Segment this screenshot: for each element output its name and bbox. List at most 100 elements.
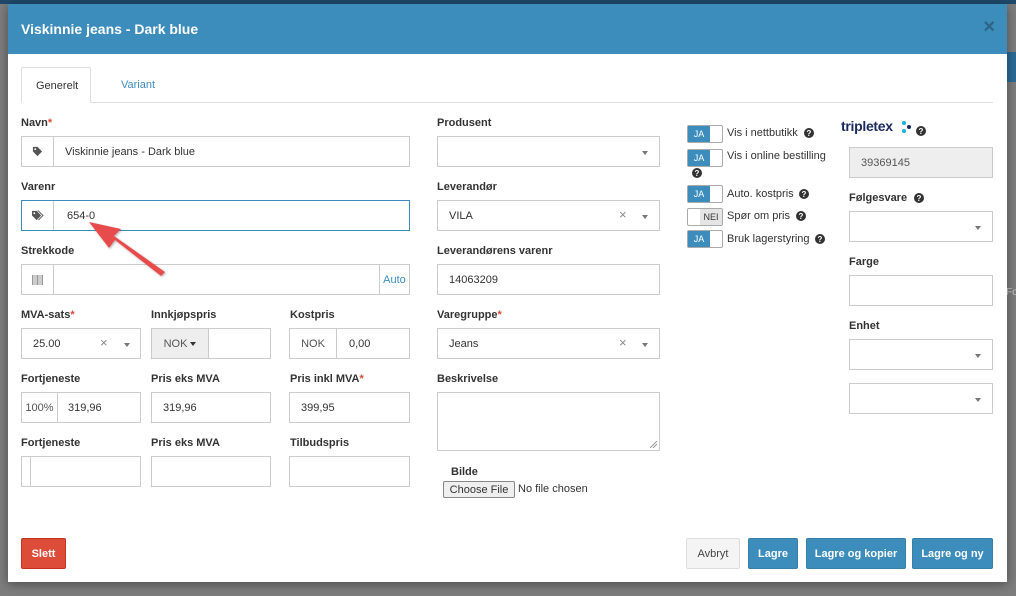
spor-om-pris-label: Spør om pris [727, 210, 790, 222]
file-status: No file chosen [518, 483, 588, 495]
clear-icon[interactable]: × [619, 207, 627, 222]
pris-eks-mva-field[interactable]: 319,96 [151, 392, 271, 423]
enhet-select[interactable] [849, 339, 993, 370]
currency-label: NOK [163, 337, 188, 350]
chevron-down-icon [642, 215, 648, 219]
chevron-down-icon [642, 151, 648, 155]
toggle-state: NEI [700, 209, 722, 225]
strekkode-label: Strekkode [21, 245, 75, 257]
navn-label: Navn* [21, 117, 53, 129]
varegruppe-label: Varegruppe* [437, 309, 502, 321]
toggle-state: JA [688, 150, 710, 166]
enhet-label: Enhet [849, 320, 880, 332]
tab-generelt[interactable]: Generelt [21, 67, 91, 103]
fortjeneste-label-2: Fortjeneste [21, 437, 81, 449]
kostpris-field[interactable]: NOK 0,00 [289, 328, 410, 359]
tilbudspris-label: Tilbudspris [290, 437, 350, 449]
slett-button[interactable]: Slett [21, 538, 66, 569]
lagre-og-ny-button[interactable]: Lagre og ny [912, 538, 993, 569]
currency-addon: NOK [290, 329, 337, 358]
help-icon[interactable]: ? [692, 168, 702, 178]
varegruppe-select[interactable]: Jeans × [437, 328, 660, 359]
chevron-down-icon [975, 398, 981, 402]
innkjopspris-field[interactable]: NOK [151, 328, 271, 359]
fortjeneste-field-2[interactable] [21, 456, 141, 487]
help-icon[interactable]: ? [804, 128, 814, 138]
currency-dropdown[interactable]: NOK [152, 329, 209, 358]
tag-icon [22, 137, 54, 166]
mva-sats-value: 25.00 [33, 338, 61, 350]
toggle-vis-i-online-bestilling[interactable]: JA [687, 149, 723, 167]
farge-field[interactable] [849, 275, 993, 306]
beskrivelse-label: Beskrivelse [437, 373, 499, 385]
logo-dot [907, 125, 911, 129]
fortjeneste-label: Fortjeneste [21, 373, 81, 385]
toggle-vis-i-nettbutikk[interactable]: JA [687, 125, 723, 143]
pris-eks-mva-value: 319,96 [163, 402, 197, 414]
toggle-auto-kostpris[interactable]: JA [687, 185, 723, 203]
extra-select[interactable] [849, 383, 993, 414]
fortjeneste-field[interactable]: 100% 319,96 [21, 392, 141, 423]
help-icon[interactable]: ? [796, 211, 806, 221]
leverandor-select[interactable]: VILA × [437, 200, 660, 231]
pris-eks-mva-label: Pris eks MVA [151, 373, 220, 385]
help-icon[interactable]: ? [799, 189, 809, 199]
tilbudspris-field[interactable] [289, 456, 410, 487]
modal-header: Viskinnie jeans - Dark blue × [8, 4, 1007, 54]
avbryt-button[interactable]: Avbryt [686, 538, 740, 569]
pris-eks-mva-field-2[interactable] [151, 456, 271, 487]
chevron-down-icon [190, 341, 197, 346]
toggle-state: JA [688, 231, 710, 247]
kostpris-value: 0,00 [349, 338, 371, 350]
vis-i-nettbutikk-label: Vis i nettbutikk [727, 127, 798, 139]
pris-inkl-mva-field[interactable]: 399,95 [289, 392, 410, 423]
close-icon[interactable]: × [983, 16, 995, 39]
auto-kostpris-label: Auto. kostpris [727, 188, 794, 200]
farge-label: Farge [849, 256, 879, 268]
toggle-bruk-lagerstyring[interactable]: JA [687, 230, 723, 248]
varegruppe-value: Jeans [449, 338, 479, 350]
help-icon[interactable]: ? [914, 193, 924, 203]
mva-sats-select[interactable]: 25.00 × [21, 328, 141, 359]
leverandorens-varenr-value: 14063209 [449, 274, 498, 286]
tripletex-logo: tripletex [841, 118, 893, 134]
chevron-down-icon [124, 343, 130, 347]
barcode-icon [22, 265, 54, 294]
folgesvare-select[interactable] [849, 211, 993, 242]
toggle-spor-om-pris[interactable]: NEI [687, 208, 723, 226]
produsent-select[interactable] [437, 136, 660, 167]
percent-addon: 100% [22, 393, 58, 422]
help-icon[interactable]: ? [815, 234, 825, 244]
pris-inkl-mva-label: Pris inkl MVA* [290, 373, 364, 385]
strekkode-field[interactable]: Auto [21, 264, 410, 295]
tripletex-id-field: 39369145 [849, 147, 993, 178]
produsent-label: Produsent [437, 117, 492, 129]
resize-handle-icon[interactable] [650, 441, 657, 448]
modal-title: Viskinnie jeans - Dark blue [21, 21, 199, 37]
leverandor-label: Leverandør [437, 181, 497, 193]
toggle-state: JA [688, 186, 710, 202]
lagre-button[interactable]: Lagre [748, 538, 798, 569]
kostpris-label: Kostpris [290, 309, 335, 321]
leverandorens-varenr-field[interactable]: 14063209 [437, 264, 660, 295]
toggle-state: JA [688, 126, 710, 142]
tab-variant[interactable]: Variant [107, 67, 169, 103]
lagre-og-kopier-button[interactable]: Lagre og kopier [806, 538, 906, 569]
mva-sats-label: MVA-sats* [21, 309, 75, 321]
chevron-down-icon [642, 343, 648, 347]
chevron-down-icon [975, 354, 981, 358]
auto-button[interactable]: Auto [379, 265, 409, 294]
clear-icon[interactable]: × [100, 335, 108, 350]
navn-field[interactable]: Viskinnie jeans - Dark blue [21, 136, 410, 167]
logo-dot [902, 121, 906, 125]
percent-addon-2 [22, 457, 31, 486]
tripletex-id-value: 39369145 [861, 157, 910, 169]
varenr-field[interactable]: 654-0 [21, 200, 410, 231]
background-button [1006, 52, 1016, 82]
help-icon[interactable]: ? [916, 126, 926, 136]
beskrivelse-textarea[interactable] [437, 392, 660, 451]
leverandorens-varenr-label: Leverandørens varenr [437, 245, 553, 257]
fortjeneste-value: 319,96 [68, 402, 102, 414]
choose-file-button[interactable]: Choose File [443, 481, 515, 498]
clear-icon[interactable]: × [619, 335, 627, 350]
